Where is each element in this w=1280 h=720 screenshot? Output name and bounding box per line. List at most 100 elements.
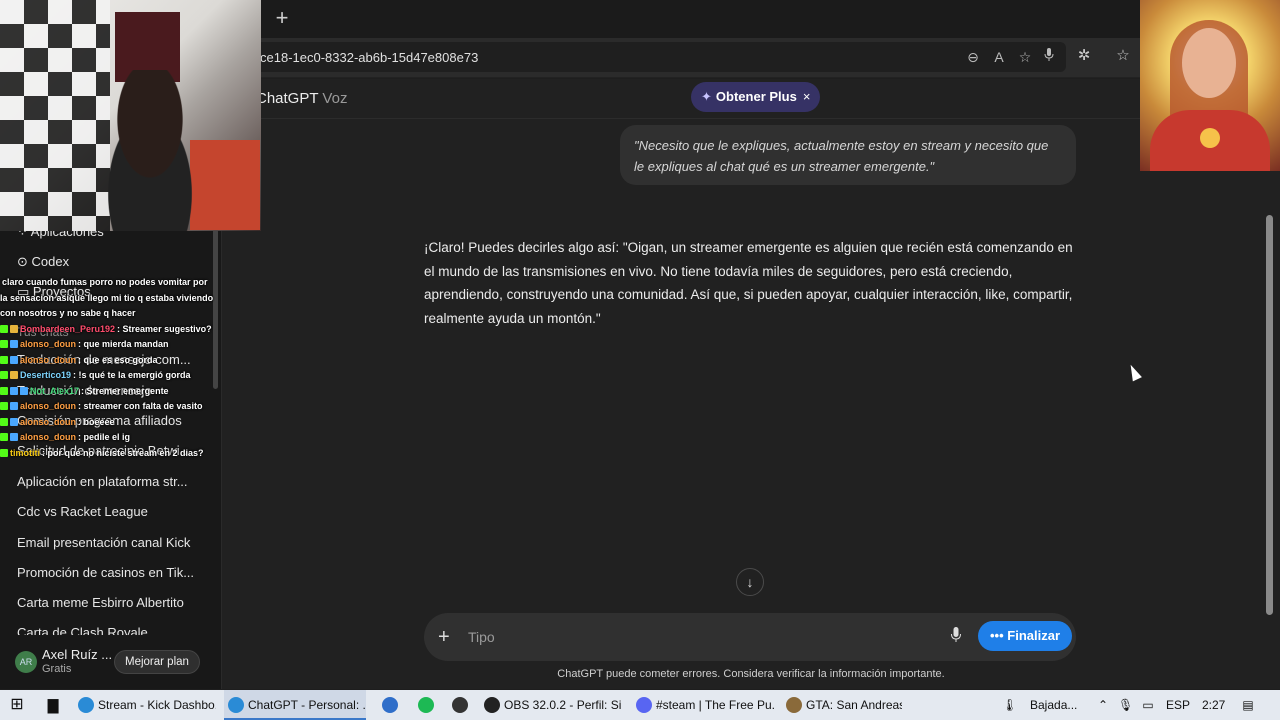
windows-start-icon[interactable]: ⊞: [8, 690, 26, 720]
chat-text: : Streamer sugestivo?: [117, 323, 212, 334]
blue-badge-icon: [10, 386, 18, 395]
green-badge-icon: [0, 355, 8, 364]
user-account-row[interactable]: AR Axel Ruíz ... Gratis Mejorar plan: [0, 635, 222, 689]
arrow-down-icon: ↓: [746, 574, 754, 590]
sparkle-icon: ✦: [701, 89, 712, 104]
taskbar-item[interactable]: Stream - Kick Dashbo...: [74, 690, 216, 720]
chat-text: : por que no hiciste stream en 2 dias?: [42, 447, 204, 458]
sidebar-chat-item[interactable]: Carta de Clash Royale: [17, 625, 148, 635]
green-badge-icon: [0, 324, 8, 333]
assistant-message: ¡Claro! Puedes decirles algo así: "Oigan…: [424, 240, 1073, 326]
add-attachment-icon[interactable]: +: [438, 625, 450, 649]
close-icon[interactable]: ×: [803, 89, 811, 104]
notifications-icon[interactable]: ▤: [1240, 690, 1256, 720]
taskbar-item[interactable]: [414, 690, 440, 720]
webcam-overlay: [0, 0, 261, 231]
stream-chat-message: alonso_doun: pedile el ig: [0, 430, 215, 446]
chat-username: Desertico19: [20, 370, 72, 380]
chat-text: : streamer con falta de vasito: [78, 401, 203, 411]
stream-chat-message: alonso_doun: streamer con falta de vasit…: [0, 399, 215, 415]
gold-badge-icon: [10, 371, 18, 379]
edge-icon: [228, 697, 244, 713]
stream-chat-message: alonso_doun: boeeee: [0, 415, 215, 431]
network-icon[interactable]: ▭: [1140, 690, 1156, 720]
chat-username: alonso_doun: [20, 416, 76, 427]
blue-badge-icon: [20, 386, 28, 395]
extensions-icon[interactable]: ✲: [1074, 46, 1094, 66]
favorite-star-icon[interactable]: ☆: [1016, 48, 1034, 66]
taskbar-item[interactable]: [448, 690, 474, 720]
obs-icon: [484, 697, 500, 713]
composer: + ••• Finalizar: [424, 613, 1076, 661]
chat-text: : que es eso gorda: [78, 354, 158, 365]
taskbar: ⊞ ▇ Stream - Kick Dashbo... ChatGPT - Per…: [0, 690, 1280, 720]
taskbar-item-label: GTA: San Andreas: [806, 698, 902, 712]
user-name: Axel Ruíz ...: [42, 647, 113, 662]
favorites-icon[interactable]: ☆: [1113, 46, 1133, 66]
sidebar-chat-item[interactable]: Email presentación canal Kick: [17, 535, 190, 550]
terminal-icon: [452, 697, 468, 713]
disclaimer: ChatGPT puede cometer errores. Considera…: [557, 668, 945, 680]
discord-icon: [636, 697, 652, 713]
get-plus-button[interactable]: ✦ Obtener Plus ×: [691, 82, 821, 112]
chevron-up-icon[interactable]: ⌃: [1096, 690, 1110, 720]
stream-chat-message: timotiti: por que no hiciste stream en 2…: [0, 446, 215, 462]
stream-chat-overlay: claro cuando fumas porro no podes vomita…: [0, 275, 215, 461]
sidebar-chat-item[interactable]: Cdc vs Racket League: [17, 504, 148, 519]
thermometer-icon: 🌡: [1002, 698, 1018, 712]
microphone-icon[interactable]: 🎙: [1118, 690, 1133, 720]
chat-username: Bombardeen_Peru192: [20, 323, 116, 334]
chat-text: : boeeee: [78, 416, 115, 427]
chat-username: alonso_doun: [20, 339, 76, 349]
new-tab-button[interactable]: +: [270, 6, 294, 30]
green-badge-icon: [0, 402, 8, 410]
taskbar-item[interactable]: [378, 690, 404, 720]
main-chat-area: ChatGPT Voz ✦ Obtener Plus × "Necesito que…: [222, 79, 1280, 689]
chat-text: : pedile el ig: [78, 432, 131, 442]
prompt-input[interactable]: [468, 626, 928, 648]
user-plan: Gratis: [42, 663, 72, 675]
main-scrollbar[interactable]: [1266, 215, 1273, 615]
green-badge-icon: [0, 417, 8, 426]
spotify-icon: [418, 697, 434, 713]
microphone-icon[interactable]: [948, 627, 964, 647]
taskbar-item-label: ChatGPT - Personal: ...: [248, 698, 366, 712]
sidebar-item-codex[interactable]: ⊙ Codex: [17, 254, 69, 270]
chat-text: : !s qué te la emergió gorda: [73, 370, 191, 380]
weather-text[interactable]: Bajada...: [1030, 690, 1077, 720]
taskbar-item-label: #steam | The Free Pu...: [656, 698, 774, 712]
mail-icon: [382, 697, 398, 713]
sidebar-chat-item[interactable]: Carta meme Esbirro Albertito: [17, 595, 184, 610]
address-bar[interactable]: ce18-1ec0-8332-ab6b-15d47e808e73 ⊖ A ☆: [250, 42, 1066, 72]
sidebar-chat-item[interactable]: Promoción de casinos en Tik...: [17, 565, 194, 580]
codex-icon: ⊙: [17, 254, 32, 269]
edge-icon: [78, 697, 94, 713]
read-aloud-icon[interactable]: A: [990, 48, 1008, 66]
file-explorer-icon[interactable]: ▇: [44, 690, 62, 720]
sidebar-chat-item[interactable]: Aplicación en plataforma str...: [17, 474, 188, 489]
user-message: "Necesito que le expliques, actualmente …: [620, 125, 1076, 185]
zoom-out-icon[interactable]: ⊖: [964, 48, 982, 66]
end-voice-button[interactable]: ••• Finalizar: [978, 621, 1073, 651]
taskbar-item[interactable]: OBS 32.0.2 - Perfil: Sin...: [480, 690, 622, 720]
chat-username: alonso_doun: [20, 354, 76, 365]
upgrade-plan-button[interactable]: Mejorar plan: [114, 650, 200, 674]
gold-badge-icon: [10, 324, 18, 333]
taskbar-item[interactable]: ChatGPT - Personal: ...: [224, 690, 366, 720]
taskbar-item[interactable]: GTA: San Andreas: [782, 690, 902, 720]
clock[interactable]: 2:27: [1202, 690, 1225, 720]
green-badge-icon: [0, 448, 8, 457]
chat-username: alonso_doun: [20, 432, 76, 442]
chat-text: claro cuando fumas porro no podes vomita…: [0, 277, 214, 318]
green-badge-icon: [0, 340, 8, 348]
scroll-down-button[interactable]: ↓: [736, 568, 764, 596]
blue-badge-icon: [10, 402, 18, 410]
chat-header: ChatGPT Voz ✦ Obtener Plus ×: [222, 79, 1280, 119]
taskbar-item-label: Stream - Kick Dashbo...: [98, 698, 216, 712]
model-selector[interactable]: ChatGPT Voz: [256, 90, 347, 107]
language-indicator[interactable]: ESP: [1166, 690, 1190, 720]
stream-chat-message: Not_Alex17: Stremer emergente: [0, 384, 215, 400]
dots-icon: •••: [990, 628, 1008, 643]
taskbar-item[interactable]: #steam | The Free Pu...: [632, 690, 774, 720]
microphone-icon[interactable]: [1040, 48, 1058, 66]
